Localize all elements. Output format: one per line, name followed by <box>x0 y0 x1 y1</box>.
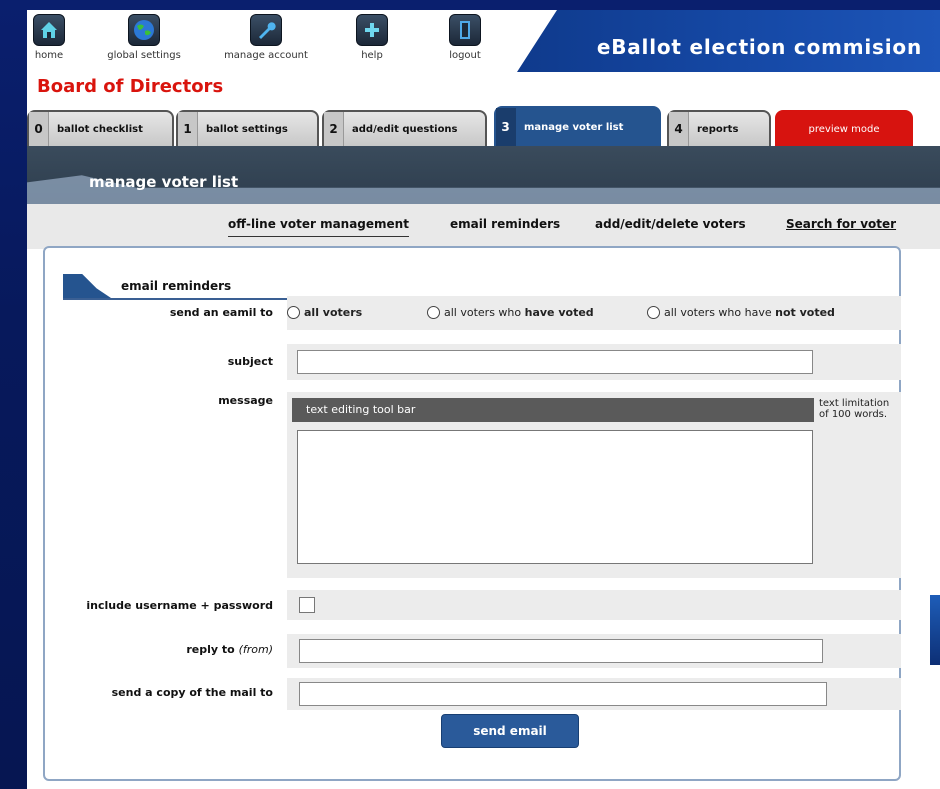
radio-have-voted[interactable]: all voters who have voted <box>427 306 594 319</box>
radio-circle[interactable] <box>427 306 440 319</box>
send-copy-row <box>287 678 901 710</box>
tab-ballot-checklist[interactable]: 0 ballot checklist <box>27 110 174 146</box>
tab-ballot-settings[interactable]: 1 ballot settings <box>176 110 319 146</box>
subnav-offline-voter-management[interactable]: off-line voter management <box>228 217 409 237</box>
reply-to-row <box>287 634 901 668</box>
tab-manage-voter-list[interactable]: 3 manage voter list <box>494 106 661 146</box>
include-credentials-checkbox[interactable] <box>299 597 315 613</box>
tab-number: 1 <box>178 112 198 146</box>
reply-to-label: reply to (from) <box>186 643 273 656</box>
send-to-label: send an eamil to <box>169 306 273 319</box>
tab-label: add/edit questions <box>352 123 458 135</box>
nav-manage-account-label: manage account <box>224 50 308 61</box>
email-reminders-panel: email reminders send an eamil to all vot… <box>43 246 901 781</box>
text-limit-note: text limitation of 100 words. <box>819 398 890 420</box>
nav-logout-label: logout <box>449 50 481 61</box>
tab-number: 4 <box>669 112 689 146</box>
tab-number: 3 <box>496 108 516 146</box>
message-label: message <box>218 394 273 407</box>
nav-home[interactable]: home <box>31 14 67 61</box>
title-banner: eBallot election commision <box>517 10 940 72</box>
tab-label: ballot checklist <box>57 123 143 135</box>
send-email-button[interactable]: send email <box>441 714 579 748</box>
tab-label: manage voter list <box>524 121 624 133</box>
edge-accent <box>930 595 940 665</box>
sub-navigation: off-line voter management email reminder… <box>27 204 940 249</box>
radio-not-voted-prefix: all voters who have <box>664 306 776 319</box>
radio-all-voters[interactable]: all voters <box>287 306 362 319</box>
door-icon <box>449 14 481 46</box>
board-title: Board of Directors <box>37 76 224 97</box>
message-textarea[interactable] <box>297 430 813 564</box>
tab-number: 0 <box>29 112 49 146</box>
wrench-icon <box>250 14 282 46</box>
home-icon <box>33 14 65 46</box>
app-frame: home global settings manage account help… <box>27 10 940 789</box>
tab-label: reports <box>697 123 739 135</box>
subject-row <box>287 344 901 380</box>
nav-global-settings[interactable]: global settings <box>89 14 199 61</box>
reply-to-label-text: reply to <box>186 643 235 656</box>
tab-label: preview mode <box>808 123 880 135</box>
panel-title: email reminders <box>121 279 232 293</box>
send-copy-label: send a copy of the mail to <box>111 686 273 699</box>
top-navigation: home global settings manage account help… <box>27 10 940 72</box>
message-row: text editing tool bar text limitation of… <box>287 392 901 578</box>
tab-add-edit-questions[interactable]: 2 add/edit questions <box>322 110 487 146</box>
radio-have-voted-bold: have voted <box>524 306 594 319</box>
reply-to-input[interactable] <box>299 639 823 663</box>
radio-all-voters-label: all voters <box>304 306 363 319</box>
nav-help[interactable]: help <box>354 14 390 61</box>
nav-global-settings-label: global settings <box>107 50 181 61</box>
radio-have-voted-prefix: all voters who <box>444 306 525 319</box>
nav-manage-account[interactable]: manage account <box>213 14 319 61</box>
subnav-email-reminders[interactable]: email reminders <box>450 217 560 231</box>
text-editing-toolbar[interactable]: text editing tool bar <box>292 398 814 422</box>
app-title: eBallot election commision <box>596 35 922 59</box>
reply-to-hint: (from) <box>238 643 273 656</box>
tab-label: ballot settings <box>206 123 288 135</box>
radio-circle[interactable] <box>287 306 300 319</box>
nav-home-label: home <box>34 50 64 61</box>
send-copy-input[interactable] <box>299 682 827 706</box>
nav-help-label: help <box>361 50 383 61</box>
panel-swoosh <box>63 274 111 298</box>
radio-circle[interactable] <box>647 306 660 319</box>
radio-not-voted[interactable]: all voters who have not voted <box>647 306 835 319</box>
subnav-add-edit-delete-voters[interactable]: add/edit/delete voters <box>595 217 746 231</box>
include-credentials-row <box>287 590 901 620</box>
nav-logout[interactable]: logout <box>445 14 485 61</box>
plus-icon <box>356 14 388 46</box>
radio-not-voted-bold: not voted <box>775 306 835 319</box>
globe-icon <box>128 14 160 46</box>
subnav-search-for-voter[interactable]: Search for voter <box>786 217 896 231</box>
step-tabs: 0 ballot checklist 1 ballot settings 2 a… <box>27 106 940 146</box>
section-header: manage voter list <box>27 146 940 204</box>
section-title: manage voter list <box>89 173 239 191</box>
include-credentials-label: include username + password <box>86 599 273 612</box>
subject-label: subject <box>227 355 273 368</box>
tab-preview-mode[interactable]: preview mode <box>775 110 913 146</box>
send-to-row: all voters all voters who have voted all… <box>287 296 901 330</box>
subject-input[interactable] <box>297 350 813 374</box>
tab-number: 2 <box>324 112 344 146</box>
tab-reports[interactable]: 4 reports <box>667 110 771 146</box>
